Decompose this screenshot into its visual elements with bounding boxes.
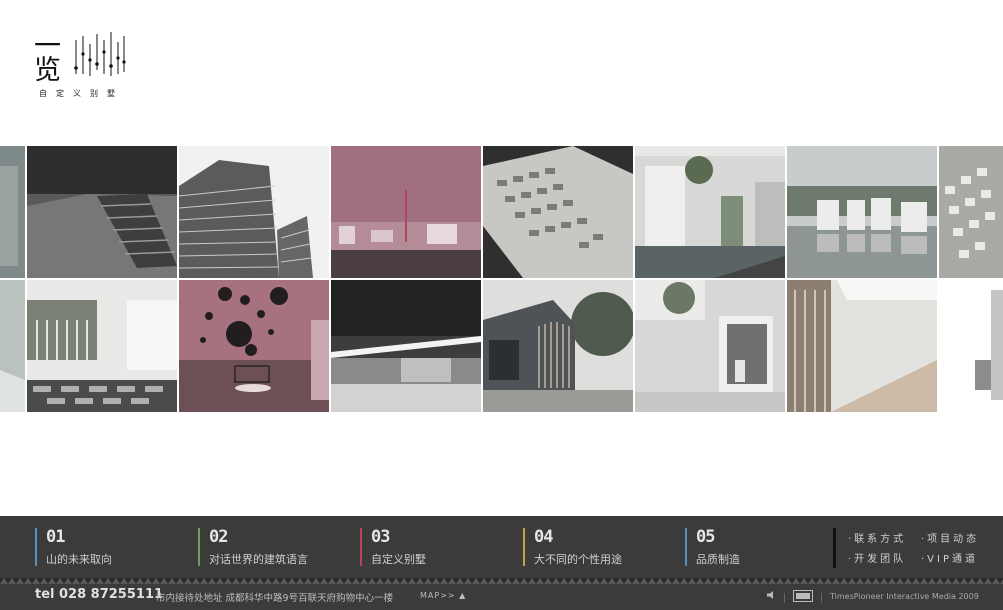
- nav-label: 山的未来取向: [46, 553, 112, 566]
- gallery-image-bamboo-courtyard[interactable]: [27, 280, 177, 412]
- gallery-image-attic-interior[interactable]: [787, 280, 937, 412]
- gallery-image-stairway-concrete[interactable]: [27, 146, 177, 278]
- gallery-image-lakeside-villas[interactable]: [787, 146, 937, 278]
- nav-item-05[interactable]: 05 品质制造: [685, 528, 740, 566]
- nav-number: 02: [209, 527, 228, 547]
- gallery-image-pink-landscape[interactable]: [331, 146, 481, 278]
- gallery-image-glass-facade[interactable]: [0, 280, 25, 412]
- nav-number: 04: [534, 527, 553, 547]
- map-link[interactable]: MAP>> ▲: [420, 591, 466, 600]
- gallery-image-white-facade[interactable]: [939, 280, 1003, 412]
- gallery-image-tower-block[interactable]: [179, 146, 329, 278]
- footer: tel 028 87255111 市内接待处地址 成都科华中路9号百联天府购物中…: [0, 584, 1003, 610]
- gallery-image-window-wall[interactable]: [635, 280, 785, 412]
- nav-label: 品质制造: [696, 553, 740, 566]
- credit-text: TimesPioneer Interactive Media 2009: [830, 592, 979, 601]
- nav-item-01[interactable]: 01 山的未来取向: [35, 528, 112, 566]
- nav-number: 03: [371, 527, 390, 547]
- link-vip[interactable]: ·VIP通道: [921, 550, 978, 565]
- logo-character-bottom: 览: [34, 55, 61, 86]
- triangle-up-icon: ▲: [459, 591, 467, 600]
- nav-label: 自定义别墅: [371, 553, 426, 566]
- nav-number: 05: [696, 527, 715, 547]
- link-dev-team[interactable]: ·开发团队: [848, 550, 906, 565]
- screen-toggle-icon[interactable]: [793, 590, 813, 602]
- gallery-image-pink-bubble-room[interactable]: [179, 280, 329, 412]
- nav-number: 01: [46, 527, 65, 547]
- gallery-image-aerial-housing[interactable]: [939, 146, 1003, 278]
- logo-subtitle: 自定义别墅: [39, 89, 124, 98]
- nav-label: 对话世界的建筑语言: [209, 553, 308, 566]
- nav-label: 大不同的个性用途: [534, 553, 622, 566]
- nav-item-03[interactable]: 03 自定义别墅: [360, 528, 426, 566]
- link-project-news[interactable]: ·项目动态: [921, 530, 979, 545]
- image-gallery: [0, 146, 1003, 412]
- logo-strings-graphic: [74, 32, 126, 76]
- gallery-image-building-detail[interactable]: [0, 146, 25, 278]
- gallery-image-wooden-house[interactable]: [483, 280, 633, 412]
- divider: [821, 593, 822, 603]
- site-logo[interactable]: 一 览 自定义别墅: [32, 30, 132, 102]
- quick-links: ·联系方式 ·项目动态 ·开发团队 ·VIP通道: [833, 528, 976, 568]
- gallery-image-pavilion-interior[interactable]: [331, 280, 481, 412]
- map-label: MAP>>: [420, 591, 456, 600]
- bottom-navigation-bar: 01 山的未来取向 02 对话世界的建筑语言 03 自定义别墅 04 大不同的个…: [0, 516, 1003, 578]
- gallery-image-courtyard-pool[interactable]: [635, 146, 785, 278]
- gallery-image-site-model[interactable]: [483, 146, 633, 278]
- speaker-icon[interactable]: [766, 590, 776, 600]
- nav-item-04[interactable]: 04 大不同的个性用途: [523, 528, 622, 566]
- phone-number: tel 028 87255111: [35, 587, 164, 602]
- nav-item-02[interactable]: 02 对话世界的建筑语言: [198, 528, 308, 566]
- divider: [784, 593, 785, 603]
- address: 市内接待处地址 成都科华中路9号百联天府购物中心一楼: [156, 593, 394, 604]
- link-contact[interactable]: ·联系方式: [848, 530, 906, 545]
